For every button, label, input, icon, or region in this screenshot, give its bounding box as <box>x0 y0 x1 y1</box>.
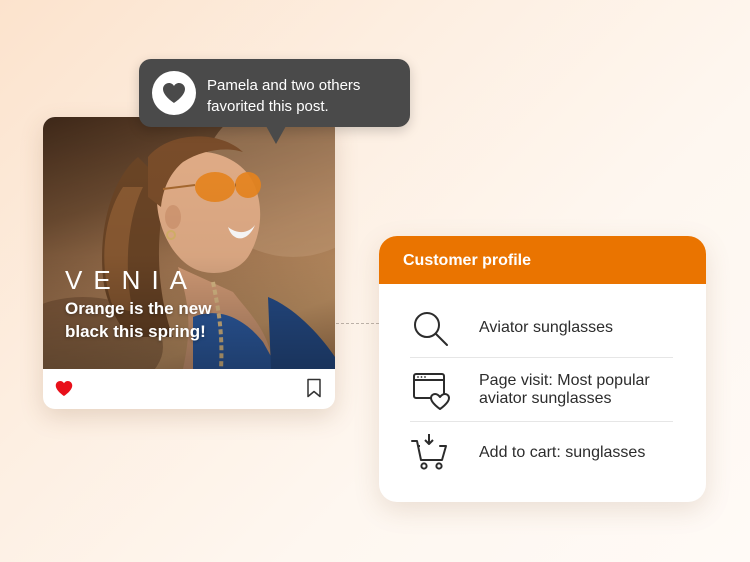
post-card: VENIA Orange is the new black this sprin… <box>43 117 335 409</box>
post-photo: VENIA Orange is the new black this sprin… <box>43 117 335 369</box>
tooltip-text: Pamela and two others favorited this pos… <box>207 77 361 115</box>
favorites-tooltip: Pamela and two others favorited this pos… <box>139 59 410 127</box>
brand-logo: VENIA <box>65 265 199 295</box>
cart-add-icon <box>411 434 447 470</box>
post-headline: Orange is the new black this spring! <box>65 299 212 341</box>
profile-item-add-to-cart: Add to cart: sunglasses <box>410 432 673 476</box>
browser-heart-icon <box>413 373 450 410</box>
favorite-badge <box>152 71 196 115</box>
profile-header: Customer profile <box>379 236 706 284</box>
bookmark-icon[interactable] <box>306 378 322 398</box>
post-footer <box>43 369 335 409</box>
profile-item-search: Aviator sunglasses <box>410 306 673 350</box>
heart-icon <box>163 83 185 103</box>
profile-title: Customer profile <box>403 252 532 269</box>
profile-item-label: Page visit: Most popular aviator sunglas… <box>479 372 650 407</box>
tooltip-pointer <box>266 126 286 144</box>
customer-profile-card: Customer profile Aviator sunglasses Page… <box>379 236 706 502</box>
search-icon <box>414 312 448 346</box>
profile-item-label: Aviator sunglasses <box>479 319 613 336</box>
divider <box>410 421 673 422</box>
profile-item-page-visit: Page visit: Most popular aviator sunglas… <box>410 370 673 410</box>
profile-item-label: Add to cart: sunglasses <box>479 444 646 461</box>
divider <box>410 357 673 358</box>
heart-icon[interactable] <box>55 380 73 397</box>
connector-line <box>336 323 379 324</box>
